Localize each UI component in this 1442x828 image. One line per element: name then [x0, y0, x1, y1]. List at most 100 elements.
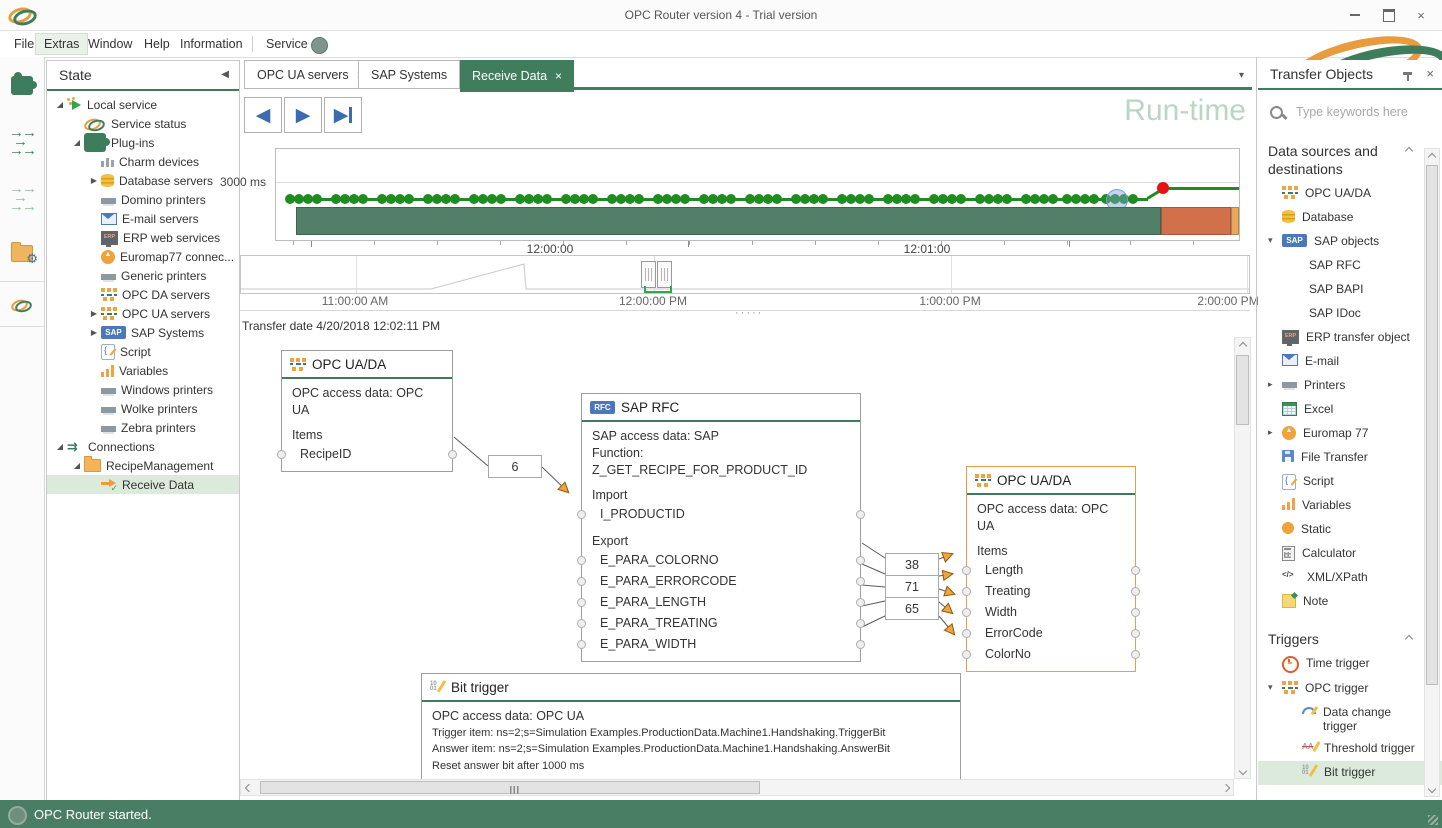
tree-item-zebra-printers[interactable]: Zebra printers: [47, 418, 239, 437]
transfer-object-sap-rfc[interactable]: SAP RFC: [1258, 254, 1442, 278]
close-button[interactable]: ×: [1406, 6, 1436, 24]
tree-item-erp-web-services[interactable]: ERP web services: [47, 228, 239, 247]
scroll-down-button[interactable]: [1425, 781, 1439, 796]
menu-information[interactable]: Information: [172, 34, 251, 54]
canvas-vertical-scrollbar[interactable]: [1234, 337, 1251, 779]
node-item-errorcode[interactable]: ErrorCode: [977, 623, 1125, 644]
transfer-object-e-mail[interactable]: E-mail: [1258, 350, 1442, 374]
collapse-panel-icon[interactable]: ◀: [221, 61, 229, 89]
collapse-section-icon[interactable]: [1405, 147, 1413, 155]
transfer-object-erp-transfer-object[interactable]: ERP transfer object: [1258, 326, 1442, 350]
tree-item-local-service[interactable]: ◢Local service: [47, 95, 239, 114]
range-handle-left[interactable]: [641, 261, 656, 288]
transfer-object-sap-objects[interactable]: ▾SAP objects: [1258, 230, 1442, 254]
node-item-length[interactable]: Length: [977, 560, 1125, 581]
scrollbar-thumb[interactable]: [1236, 355, 1249, 425]
maximize-button[interactable]: [1374, 6, 1404, 24]
transfer-object-opc-trigger[interactable]: ▾OPC trigger: [1258, 677, 1442, 701]
scroll-down-button[interactable]: [1235, 763, 1250, 778]
tab-sap-systems[interactable]: SAP Systems: [358, 60, 460, 89]
node-item-e-para-width[interactable]: E_PARA_WIDTH: [592, 634, 850, 655]
section-header-triggers[interactable]: Triggers: [1268, 630, 1388, 648]
tree-item-script[interactable]: Script: [47, 342, 239, 361]
transfer-object-file-transfer[interactable]: File Transfer: [1258, 446, 1442, 470]
collapse-section-icon[interactable]: [1405, 635, 1413, 643]
tree-item-plug-ins[interactable]: ◢Plug-ins: [47, 133, 239, 152]
templates-rail-button[interactable]: →→→→→: [0, 169, 44, 225]
tree-item-opc-ua-servers[interactable]: ▶OPC UA servers: [47, 304, 239, 323]
node-item-treating[interactable]: Treating: [977, 581, 1125, 602]
tree-item-sap-systems[interactable]: ▶SAP Systems: [47, 323, 239, 342]
project-rail-button[interactable]: [0, 225, 44, 281]
transfer-object-calculator[interactable]: Calculator: [1258, 542, 1442, 566]
node-item-e-para-errorcode[interactable]: E_PARA_ERRORCODE: [592, 571, 850, 592]
tree-item-euromap77-connec[interactable]: Euromap77 connec...: [47, 247, 239, 266]
transfer-object-note[interactable]: Note: [1258, 590, 1442, 614]
connections-rail-button[interactable]: →→→→→: [0, 113, 44, 169]
range-handle-right[interactable]: [657, 261, 672, 288]
transfer-object-excel[interactable]: Excel: [1258, 398, 1442, 422]
close-panel-icon[interactable]: ×: [1426, 60, 1434, 88]
expander-icon[interactable]: ◢: [70, 461, 84, 470]
transfer-object-static[interactable]: Static: [1258, 518, 1442, 542]
tree-item-receive-data[interactable]: Receive Data: [47, 475, 239, 494]
transfer-object-bit-trigger[interactable]: Bit trigger: [1258, 761, 1442, 785]
node-item-recipeid[interactable]: RecipeID: [292, 444, 442, 465]
transfer-object-database[interactable]: Database: [1258, 206, 1442, 230]
tree-item-generic-printers[interactable]: Generic printers: [47, 266, 239, 285]
tree-item-opc-da-servers[interactable]: OPC DA servers: [47, 285, 239, 304]
node-item-e-para-length[interactable]: E_PARA_LENGTH: [592, 592, 850, 613]
node-item-e-para-colorno[interactable]: E_PARA_COLORNO: [592, 550, 850, 571]
node-item-e-para-treating[interactable]: E_PARA_TREATING: [592, 613, 850, 634]
node-opc-source[interactable]: OPC UA/DA OPC access data: OPC UAItemsRe…: [281, 350, 453, 472]
opc-router-rail-button[interactable]: [0, 282, 44, 326]
tab-receive-data[interactable]: Receive Data ×: [460, 60, 574, 92]
scroll-up-button[interactable]: [1425, 149, 1439, 164]
pin-icon[interactable]: [1403, 72, 1412, 75]
nav-latest-button[interactable]: ▶: [324, 97, 362, 133]
expander-icon[interactable]: ▶: [87, 176, 101, 185]
transfer-object-time-trigger[interactable]: Time trigger: [1258, 652, 1442, 677]
minimize-button[interactable]: [1340, 6, 1370, 24]
menu-service[interactable]: Service: [258, 34, 316, 54]
transfer-object-printers[interactable]: ▸Printers: [1258, 374, 1442, 398]
nav-forward-button[interactable]: ▶: [284, 97, 322, 133]
nav-back-button[interactable]: ◀: [244, 97, 282, 133]
connection-diagram-canvas[interactable]: OPC UA/DA OPC access data: OPC UAItemsRe…: [240, 335, 1234, 779]
expander-icon[interactable]: ▸: [1268, 426, 1282, 438]
plugins-rail-button[interactable]: [0, 57, 44, 113]
panel-scrollbar[interactable]: [1424, 148, 1440, 797]
runtime-chart[interactable]: 3000 ms: [275, 148, 1240, 241]
tree-item-domino-printers[interactable]: Domino printers: [47, 190, 239, 209]
tree-item-charm-devices[interactable]: Charm devices: [47, 152, 239, 171]
transfer-object-euromap-77[interactable]: ▸Euromap 77: [1258, 422, 1442, 446]
tree-item-e-mail-servers[interactable]: E-mail servers: [47, 209, 239, 228]
resize-grip-icon[interactable]: [1428, 815, 1438, 825]
node-item-i-productid[interactable]: I_PRODUCTID: [592, 504, 850, 525]
transfer-object-threshold-trigger[interactable]: Threshold trigger: [1258, 737, 1442, 761]
transfer-object-variables[interactable]: Variables: [1258, 494, 1442, 518]
scrollbar-thumb[interactable]: [1426, 165, 1438, 685]
expander-icon[interactable]: ▶: [87, 309, 101, 318]
node-sap-rfc[interactable]: SAP RFC SAP access data: SAPFunction: Z_…: [581, 393, 861, 662]
transfer-object-opc-ua-da[interactable]: OPC UA/DA: [1258, 182, 1442, 206]
transfer-object-sap-idoc[interactable]: SAP IDoc: [1258, 302, 1442, 326]
node-item-width[interactable]: Width: [977, 602, 1125, 623]
tab-list-dropdown-icon[interactable]: ▾: [1239, 70, 1244, 81]
expander-icon[interactable]: ▸: [1268, 378, 1282, 390]
splitter-handle[interactable]: ·····: [735, 307, 763, 319]
node-item-colorno[interactable]: ColorNo: [977, 644, 1125, 665]
transfer-object-sap-bapi[interactable]: SAP BAPI: [1258, 278, 1442, 302]
menu-window[interactable]: Window: [80, 34, 140, 54]
section-header-sources[interactable]: Data sources and destinations: [1268, 142, 1388, 178]
scroll-up-button[interactable]: [1235, 338, 1250, 353]
scroll-left-button[interactable]: [241, 780, 256, 795]
expander-icon[interactable]: ▶: [87, 328, 101, 337]
node-bit-trigger[interactable]: Bit trigger OPC access data: OPC UATrigg…: [421, 673, 961, 779]
scroll-right-button[interactable]: [1218, 780, 1233, 795]
canvas-horizontal-scrollbar[interactable]: [240, 779, 1234, 796]
tree-item-recipemanagement[interactable]: ◢RecipeManagement: [47, 456, 239, 475]
expander-icon[interactable]: ◢: [53, 442, 67, 451]
tab-opc-ua-servers[interactable]: OPC UA servers ×: [244, 60, 377, 89]
node-opc-target[interactable]: OPC UA/DA OPC access data: OPC UAItemsLe…: [966, 466, 1136, 672]
